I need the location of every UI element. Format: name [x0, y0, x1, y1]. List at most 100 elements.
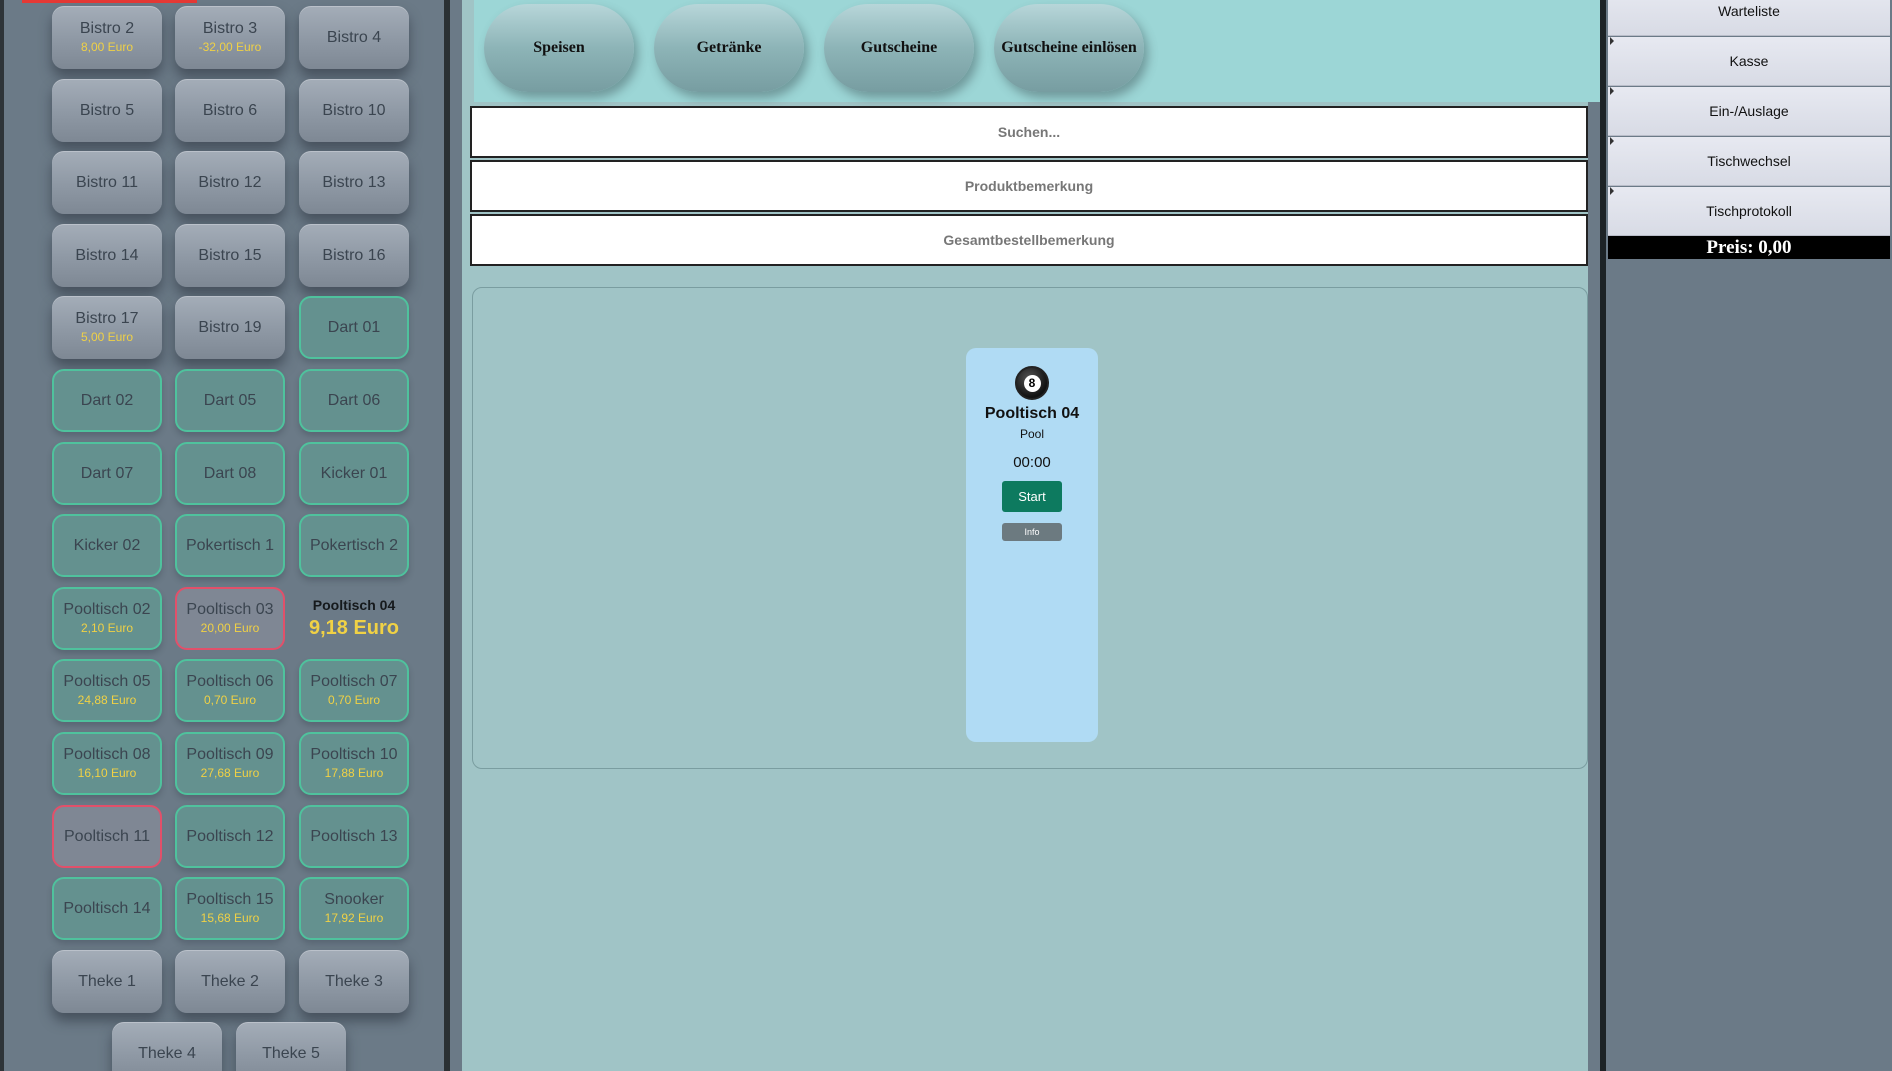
- table-button[interactable]: Pooltisch 07 0,70 Euro: [299, 659, 409, 723]
- table-button[interactable]: Bistro 19: [175, 296, 285, 360]
- table-button[interactable]: Dart 05: [175, 369, 285, 432]
- tischprotokoll-label: Tischprotokoll: [1706, 203, 1792, 219]
- table-price: 2,10 Euro: [80, 620, 134, 635]
- table-button[interactable]: Bistro 2 8,00 Euro: [52, 6, 162, 69]
- table-name: Dart 06: [327, 392, 381, 409]
- table-button[interactable]: Pooltisch 12: [175, 804, 285, 868]
- table-price: 27,68 Euro: [200, 766, 260, 780]
- table-button[interactable]: Pooltisch 08 16,10 Euro: [52, 732, 162, 795]
- table-button[interactable]: Pooltisch 04 9,18 Euro: [299, 587, 409, 650]
- corner-marker-icon: [1610, 87, 1614, 95]
- ein-auslage-label: Ein-/Auslage: [1709, 103, 1789, 119]
- table-timer-card: 8 Pooltisch 04 Pool 00:00 Start Info: [966, 348, 1098, 742]
- table-button[interactable]: Pooltisch 03 20,00 Euro: [175, 586, 285, 650]
- table-name: Pooltisch 04: [312, 597, 396, 614]
- table-button[interactable]: Dart 07: [52, 441, 162, 505]
- table-price: 5,00 Euro: [80, 330, 134, 345]
- table-button[interactable]: Bistro 11: [52, 151, 162, 215]
- table-button[interactable]: Bistro 13: [299, 151, 409, 215]
- table-price: -32,00 Euro: [198, 40, 262, 54]
- table-button[interactable]: Bistro 16: [299, 223, 409, 287]
- product-note-field: [470, 160, 1588, 212]
- table-button[interactable]: Pooltisch 10 17,88 Euro: [299, 732, 409, 795]
- table-name: Bistro 14: [75, 246, 139, 264]
- table-button[interactable]: Theke 1: [52, 949, 162, 1013]
- table-button[interactable]: Bistro 4: [299, 6, 409, 69]
- table-button[interactable]: Dart 08: [175, 441, 285, 505]
- table-button[interactable]: Pooltisch 09 27,68 Euro: [175, 732, 285, 795]
- table-name: Bistro 13: [322, 174, 386, 192]
- table-button[interactable]: Dart 01: [299, 296, 409, 360]
- table-button[interactable]: Pooltisch 13: [299, 804, 409, 868]
- tischprotokoll-button[interactable]: Tischprotokoll: [1608, 187, 1890, 236]
- table-button[interactable]: Bistro 17 5,00 Euro: [52, 296, 162, 360]
- table-price: 8,00 Euro: [80, 40, 134, 54]
- table-button[interactable]: Theke 2: [175, 949, 285, 1013]
- table-price: 17,88 Euro: [324, 766, 384, 780]
- table-button[interactable]: Bistro 6: [175, 78, 285, 142]
- timer-start-button[interactable]: Start: [1002, 481, 1062, 512]
- table-button[interactable]: Bistro 3 -32,00 Euro: [175, 6, 285, 69]
- table-button[interactable]: Bistro 14: [52, 223, 162, 287]
- tischwechsel-button[interactable]: Tischwechsel: [1608, 137, 1890, 186]
- table-name: Bistro 6: [202, 101, 258, 119]
- corner-marker-icon: [1610, 37, 1614, 45]
- category-gutscheine-button[interactable]: Gutscheine: [824, 4, 974, 92]
- table-button[interactable]: Bistro 12: [175, 151, 285, 215]
- table-button[interactable]: Pokertisch 1: [175, 514, 285, 578]
- ein-auslage-button[interactable]: Ein-/Auslage: [1608, 87, 1890, 136]
- table-button[interactable]: Dart 02: [52, 369, 162, 432]
- table-name: Theke 3: [325, 972, 383, 990]
- table-button[interactable]: Theke 4: [112, 1022, 222, 1071]
- category-gutscheine-einloesen-button[interactable]: Gutscheine einlösen: [994, 4, 1144, 92]
- search-input[interactable]: [472, 108, 1586, 156]
- category-getraenke-button[interactable]: Getränke: [654, 4, 804, 92]
- table-button[interactable]: Pooltisch 05 24,88 Euro: [52, 659, 162, 723]
- warteliste-label: Warteliste: [1718, 3, 1780, 19]
- table-name: Pooltisch 13: [310, 827, 398, 845]
- table-button[interactable]: Bistro 10: [299, 78, 409, 142]
- kasse-button[interactable]: Kasse: [1608, 37, 1890, 86]
- table-price: 0,70 Euro: [203, 693, 257, 708]
- ball-number: 8: [1023, 374, 1041, 392]
- table-button[interactable]: Pooltisch 11: [52, 804, 162, 868]
- table-button[interactable]: Snooker 17,92 Euro: [299, 877, 409, 941]
- category-speisen-button[interactable]: Speisen: [484, 4, 634, 92]
- table-name: Dart 01: [327, 319, 381, 337]
- table-name: Pokertisch 1: [185, 537, 275, 555]
- table-name: Pooltisch 02: [63, 600, 151, 618]
- table-name: Bistro 16: [322, 246, 386, 264]
- order-note-input[interactable]: [472, 216, 1586, 264]
- table-button[interactable]: Bistro 15: [175, 223, 285, 287]
- table-name: Bistro 12: [198, 174, 262, 192]
- table-price: 17,92 Euro: [324, 911, 384, 926]
- table-button[interactable]: Kicker 01: [299, 441, 409, 505]
- kasse-label: Kasse: [1729, 53, 1769, 69]
- tischwechsel-label: Tischwechsel: [1707, 153, 1791, 169]
- table-button[interactable]: Theke 5: [236, 1022, 346, 1071]
- table-info-button[interactable]: Info: [1002, 523, 1062, 541]
- corner-marker-icon: [1610, 137, 1614, 145]
- table-name: Kicker 01: [320, 464, 388, 482]
- top-indicator-bar: [22, 0, 197, 3]
- warteliste-button[interactable]: Warteliste: [1608, 0, 1890, 36]
- table-name: Pooltisch 06: [186, 673, 274, 691]
- table-button[interactable]: Pooltisch 14: [52, 877, 162, 941]
- table-name: Pooltisch 14: [63, 900, 151, 918]
- table-button[interactable]: Pooltisch 15 15,68 Euro: [175, 877, 285, 941]
- table-list-panel: Bistro 2 8,00 Euro Bistro 3 -32,00 Euro Bist…: [0, 0, 450, 1071]
- product-note-input[interactable]: [472, 162, 1586, 210]
- table-button[interactable]: Pooltisch 02 2,10 Euro: [52, 586, 162, 650]
- table-name: Pooltisch 12: [186, 827, 274, 845]
- table-button[interactable]: Bistro 5: [52, 78, 162, 142]
- table-name: Bistro 11: [76, 174, 138, 192]
- table-button[interactable]: Pooltisch 06 0,70 Euro: [175, 659, 285, 723]
- table-button[interactable]: Dart 06: [299, 369, 409, 432]
- table-name: Pooltisch 03: [186, 600, 274, 618]
- table-name: Bistro 17: [75, 310, 139, 328]
- table-name: Pooltisch 07: [310, 673, 398, 691]
- table-button[interactable]: Theke 3: [299, 949, 409, 1013]
- table-name: Pooltisch 05: [63, 673, 151, 691]
- table-button[interactable]: Pokertisch 2: [299, 514, 409, 578]
- table-button[interactable]: Kicker 02: [52, 514, 162, 578]
